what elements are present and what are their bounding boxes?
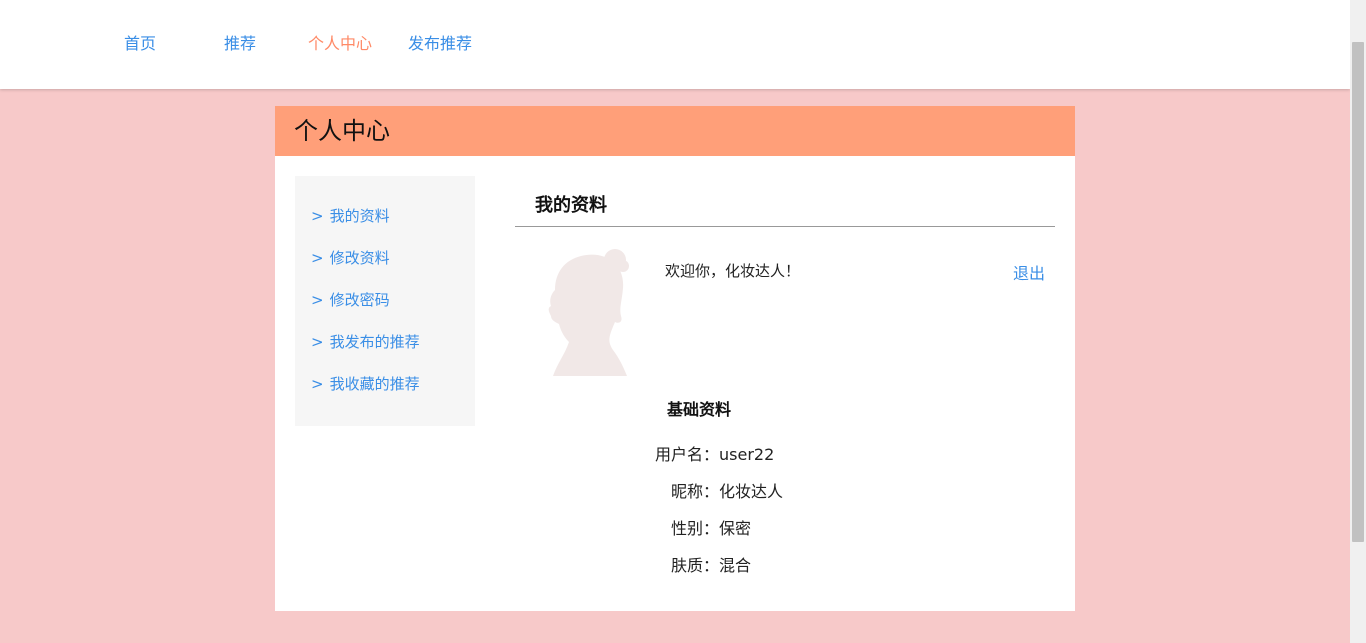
sidebar-item-label: 修改资料: [329, 249, 390, 267]
field-value: 保密: [719, 519, 752, 538]
sidebar-item-label: 修改密码: [329, 291, 390, 309]
welcome-message: 欢迎你，化妆达人！: [665, 262, 801, 280]
page-scrollbar[interactable]: [1350, 0, 1366, 643]
field-value: 混合: [719, 556, 752, 575]
field-label: 肤质：: [670, 556, 719, 575]
sidebar-item-edit-profile[interactable]: > 修改资料: [311, 248, 390, 268]
info-row-skin-type: 肤质：混合: [655, 552, 955, 576]
sidebar-item-my-favorites[interactable]: > 我收藏的推荐: [311, 374, 420, 394]
sidebar-item-label: 我收藏的推荐: [329, 375, 420, 393]
avatar-silhouette-icon: [548, 249, 629, 376]
content-panel: 个人中心 > 我的资料 > 修改资料 > 修改密码 > 我发布的推荐 > 我收藏的推荐 我…: [275, 106, 1075, 611]
sidebar-item-label: 我发布的推荐: [329, 333, 420, 351]
logout-link[interactable]: 退出: [1013, 260, 1045, 284]
field-label: 用户名：: [655, 445, 720, 464]
divider: [515, 226, 1055, 227]
section-title: 我的资料: [535, 195, 607, 216]
sidebar-item-my-profile[interactable]: > 我的资料: [311, 206, 390, 226]
field-label: 昵称：: [670, 482, 719, 501]
field-label: 性别：: [670, 519, 719, 538]
sidebar-item-my-published[interactable]: > 我发布的推荐: [311, 332, 420, 352]
basic-info-title: 基础资料: [667, 400, 732, 419]
nav-home[interactable]: 首页: [90, 33, 190, 55]
nav-publish-recommend[interactable]: 发布推荐: [390, 33, 490, 55]
sidebar-item-change-password[interactable]: > 修改密码: [311, 290, 390, 310]
sidebar-menu: > 我的资料 > 修改资料 > 修改密码 > 我发布的推荐 > 我收藏的推荐: [295, 176, 475, 426]
avatar: [535, 246, 635, 376]
page-title: 个人中心: [275, 106, 1075, 156]
top-navigation: 首页 推荐 个人中心 发布推荐: [0, 0, 1350, 89]
chevron-right-icon: >: [311, 291, 324, 309]
chevron-right-icon: >: [311, 249, 324, 267]
field-value: 化妆达人: [719, 482, 784, 501]
sidebar-item-label: 我的资料: [329, 207, 390, 225]
chevron-right-icon: >: [311, 375, 324, 393]
info-row-gender: 性别：保密: [655, 515, 955, 539]
nav-personal-center[interactable]: 个人中心: [290, 33, 390, 55]
field-value: user22: [719, 445, 775, 464]
chevron-right-icon: >: [311, 207, 324, 225]
chevron-right-icon: >: [311, 333, 324, 351]
info-row-nickname: 昵称：化妆达人: [655, 478, 955, 502]
scrollbar-thumb[interactable]: [1352, 42, 1364, 542]
info-row-username: 用户名：user22: [655, 441, 955, 465]
nav-recommend[interactable]: 推荐: [190, 33, 290, 55]
